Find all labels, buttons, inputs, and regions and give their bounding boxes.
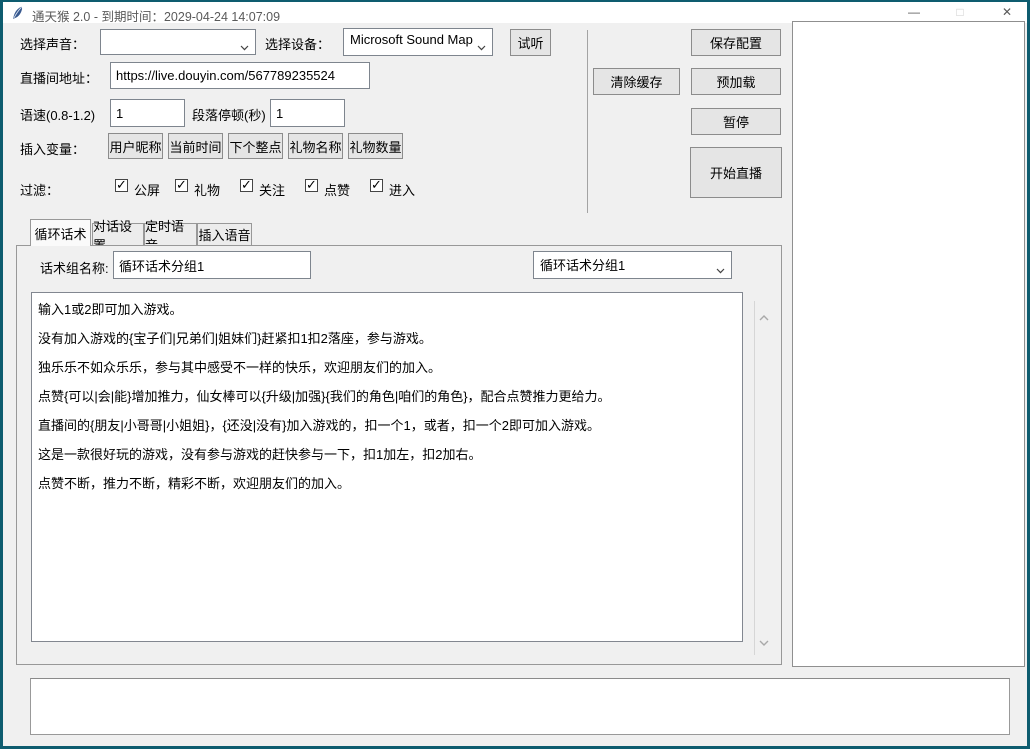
window-title: 通天猴 2.0 - 到期时间：2029-04-24 14:07:09 bbox=[32, 6, 280, 25]
tab-loop-script[interactable]: 循环话术 bbox=[30, 219, 91, 246]
script-vertical-scrollbar[interactable] bbox=[754, 301, 772, 655]
var-user-nickname-button[interactable]: 用户昵称 bbox=[108, 133, 163, 159]
voice-select-label: 选择声音： bbox=[20, 34, 85, 53]
scroll-down-icon[interactable] bbox=[759, 634, 769, 649]
scroll-up-icon[interactable] bbox=[759, 309, 769, 324]
paragraph-pause-label: 段落停顿(秒) bbox=[192, 105, 266, 124]
right-log-panel bbox=[792, 21, 1025, 667]
close-button[interactable]: ✕ bbox=[990, 2, 1024, 23]
script-line: 独乐乐不如众乐乐，参与其中感受不一样的快乐，欢迎朋友们的加入。 bbox=[38, 353, 736, 382]
script-line: 没有加入游戏的{宝子们|兄弟们|姐妹们}赶紧扣1扣2落座，参与游戏。 bbox=[38, 324, 736, 353]
script-group-name-label: 话术组名称: bbox=[40, 258, 109, 277]
filter-public-screen-label: 公屏 bbox=[134, 180, 160, 199]
script-textarea[interactable]: 输入1或2即可加入游戏。 没有加入游戏的{宝子们|兄弟们|姐妹们}赶紧扣1扣2落… bbox=[31, 292, 743, 642]
chevron-down-icon bbox=[240, 39, 249, 54]
room-url-input[interactable] bbox=[110, 62, 370, 89]
script-group-value: 循环话术分组1 bbox=[540, 258, 625, 273]
tab-insert-voice[interactable]: 插入语音 bbox=[197, 223, 252, 245]
paragraph-pause-input[interactable] bbox=[270, 99, 345, 127]
filter-like-checkbox[interactable] bbox=[305, 179, 318, 192]
preview-button[interactable]: 试听 bbox=[510, 29, 551, 56]
device-select-value: Microsoft Sound Map bbox=[350, 32, 473, 47]
insert-variable-label: 插入变量： bbox=[20, 139, 85, 158]
bottom-log-box[interactable] bbox=[30, 678, 1010, 735]
filter-label: 过滤： bbox=[20, 180, 59, 199]
script-group-name-input[interactable] bbox=[113, 251, 311, 279]
tab-dialog-settings[interactable]: 对话设置 bbox=[92, 223, 144, 245]
var-gift-name-button[interactable]: 礼物名称 bbox=[288, 133, 343, 159]
script-line: 输入1或2即可加入游戏。 bbox=[38, 295, 736, 324]
clear-cache-button[interactable]: 清除缓存 bbox=[593, 68, 680, 95]
titlebar: 通天猴 2.0 - 到期时间：2029-04-24 14:07:09 — □ ✕ bbox=[3, 2, 1027, 23]
filter-follow-label: 关注 bbox=[259, 180, 285, 199]
chevron-down-icon bbox=[477, 39, 486, 54]
section-divider bbox=[587, 30, 588, 213]
app-window: 通天猴 2.0 - 到期时间：2029-04-24 14:07:09 — □ ✕… bbox=[0, 0, 1030, 749]
filter-follow-checkbox[interactable] bbox=[240, 179, 253, 192]
voice-select-combobox[interactable] bbox=[100, 29, 256, 55]
script-group-combobox[interactable]: 循环话术分组1 bbox=[533, 251, 732, 279]
save-config-button[interactable]: 保存配置 bbox=[691, 29, 781, 56]
var-current-time-button[interactable]: 当前时间 bbox=[168, 133, 223, 159]
filter-public-screen-checkbox[interactable] bbox=[115, 179, 128, 192]
device-select-label: 选择设备： bbox=[265, 34, 330, 53]
pause-button[interactable]: 暂停 bbox=[691, 108, 781, 135]
chevron-down-icon bbox=[716, 262, 725, 277]
var-next-hour-button[interactable]: 下个整点 bbox=[228, 133, 283, 159]
tab-timed-voice[interactable]: 定时语音 bbox=[144, 223, 197, 245]
window-body: 通天猴 2.0 - 到期时间：2029-04-24 14:07:09 — □ ✕… bbox=[3, 2, 1027, 746]
start-live-button[interactable]: 开始直播 bbox=[690, 147, 782, 198]
script-line: 点赞{可以|会|能}增加推力，仙女棒可以{升级|加强}{我们的角色|咱们的角色}… bbox=[38, 382, 736, 411]
room-url-label: 直播间地址： bbox=[20, 68, 98, 87]
feather-app-icon bbox=[11, 5, 25, 21]
filter-enter-label: 进入 bbox=[389, 180, 415, 199]
maximize-button[interactable]: □ bbox=[943, 2, 977, 23]
speech-rate-label: 语速(0.8-1.2) bbox=[20, 105, 95, 124]
filter-like-label: 点赞 bbox=[324, 180, 350, 199]
script-line: 这是一款很好玩的游戏，没有参与游戏的赶快参与一下，扣1加左，扣2加右。 bbox=[38, 440, 736, 469]
minimize-button[interactable]: — bbox=[897, 2, 931, 23]
var-gift-count-button[interactable]: 礼物数量 bbox=[348, 133, 403, 159]
script-line: 直播间的{朋友|小哥哥|小姐姐}，{还没|没有}加入游戏的，扣一个1，或者，扣一… bbox=[38, 411, 736, 440]
device-select-combobox[interactable]: Microsoft Sound Map bbox=[343, 28, 493, 56]
filter-enter-checkbox[interactable] bbox=[370, 179, 383, 192]
script-line: 点赞不断，推力不断，精彩不断，欢迎朋友们的加入。 bbox=[38, 469, 736, 498]
filter-gift-label: 礼物 bbox=[194, 180, 220, 199]
filter-gift-checkbox[interactable] bbox=[175, 179, 188, 192]
speech-rate-input[interactable] bbox=[110, 99, 185, 127]
preload-button[interactable]: 预加载 bbox=[691, 68, 781, 95]
